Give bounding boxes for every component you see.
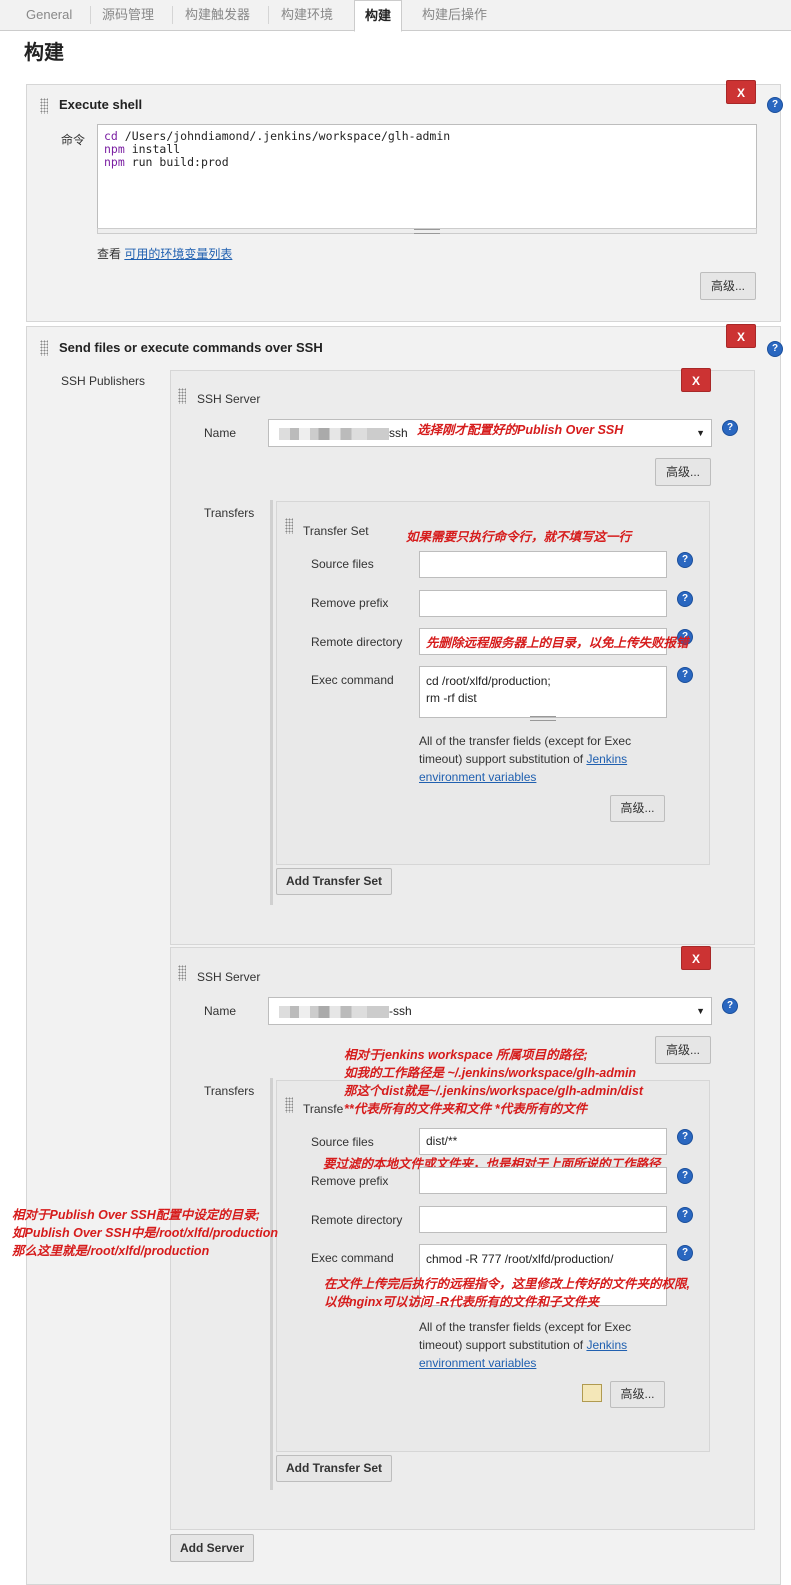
drag-handle-icon[interactable]	[178, 965, 186, 981]
annotation-note: 相对于jenkins workspace 所属项目的路径; 如我的工作路径是 ~…	[344, 1048, 644, 1116]
drag-handle-icon[interactable]	[285, 1097, 293, 1113]
advanced-button[interactable]: 高级...	[700, 272, 756, 300]
tab-separator	[268, 6, 269, 24]
tab-build-env[interactable]: 构建环境	[271, 0, 343, 29]
chevron-down-icon: ▼	[696, 1006, 705, 1016]
remote-directory-input[interactable]	[419, 1206, 667, 1233]
advanced-button[interactable]: 高级...	[655, 1036, 711, 1064]
tab-separator	[172, 6, 173, 24]
help-icon[interactable]: ?	[677, 1245, 693, 1261]
drag-handle-icon[interactable]	[40, 98, 48, 114]
env-vars-hint: 查看 可用的环境变量列表	[97, 247, 233, 261]
add-server-button[interactable]: Add Server	[170, 1534, 254, 1562]
delete-ssh-button[interactable]: X	[726, 324, 756, 348]
server-name-select[interactable]: -ssh ▼	[268, 997, 712, 1025]
resize-grip-icon	[414, 229, 440, 234]
remote-directory-label: Remote directory	[311, 635, 403, 649]
command-textarea[interactable]: cd /Users/johndiamond/.jenkins/workspace…	[97, 124, 757, 233]
remove-prefix-label: Remove prefix	[311, 1174, 389, 1188]
annotation-note: 如果需要只执行命令行，就不填写这一行	[406, 530, 632, 544]
transfer-set-label: Transfer Set	[303, 524, 369, 538]
delete-server-button[interactable]: X	[681, 368, 711, 392]
name-label: Name	[204, 426, 237, 440]
annotation-note: 选择刚才配置好的Publish Over SSH	[417, 423, 624, 437]
transfers-label: Transfers	[204, 506, 255, 520]
transfer-indent-bar	[270, 1078, 273, 1490]
command-line: npm run build:prod	[104, 155, 229, 169]
tab-post-build[interactable]: 构建后操作	[412, 0, 497, 29]
advanced-button[interactable]: 高级...	[655, 458, 711, 486]
transfer-set-label: Transfe	[303, 1102, 344, 1116]
annotation-note: 相对于Publish Over SSH配置中设定的目录; 如Publish Ov…	[12, 1208, 278, 1258]
jenkins-link[interactable]: Jenkins	[586, 1338, 627, 1352]
tab-build[interactable]: 构建	[354, 0, 403, 32]
ssh-publishers-label: SSH Publishers	[61, 374, 146, 388]
exec-line: rm -rf dist	[426, 691, 477, 705]
help-icon[interactable]: ?	[677, 1168, 693, 1184]
delete-execute-shell-button[interactable]: X	[726, 80, 756, 104]
transfer-help-text: All of the transfer fields (except for E…	[419, 1320, 632, 1372]
env-variables-link[interactable]: environment variables	[419, 1354, 631, 1372]
blurred-server-name	[279, 1005, 389, 1018]
env-variables-link[interactable]: environment variables	[419, 768, 631, 786]
ssh-server-label: SSH Server	[197, 970, 261, 984]
add-transfer-set-button[interactable]: Add Transfer Set	[276, 1455, 392, 1482]
source-files-label: Source files	[311, 1135, 374, 1149]
execute-shell-title: Execute shell	[59, 97, 143, 112]
help-icon[interactable]: ?	[677, 1207, 693, 1223]
tab-scm[interactable]: 源码管理	[92, 0, 164, 29]
drag-handle-icon[interactable]	[40, 340, 48, 356]
drag-handle-icon[interactable]	[285, 518, 293, 534]
jenkins-link[interactable]: Jenkins	[586, 752, 627, 766]
resize-grip-icon[interactable]	[530, 716, 556, 721]
remove-prefix-input[interactable]	[419, 590, 667, 617]
transfer-indent-bar	[270, 500, 273, 905]
help-icon[interactable]: ?	[767, 97, 783, 113]
command-label: 命令	[61, 133, 86, 147]
ssh-server-label: SSH Server	[197, 392, 261, 406]
notepad-icon[interactable]	[582, 1384, 602, 1402]
tab-triggers[interactable]: 构建触发器	[175, 0, 260, 29]
tab-bar: General 源码管理 构建触发器 构建环境 构建 构建后操作	[0, 0, 791, 32]
remote-directory-label: Remote directory	[311, 1213, 403, 1227]
name-label: Name	[204, 1004, 237, 1018]
source-files-input[interactable]: dist/**	[419, 1128, 667, 1155]
transfer-help-text: All of the transfer fields (except for E…	[419, 734, 632, 786]
exec-line: cd /root/xlfd/production;	[426, 674, 551, 688]
advanced-button[interactable]: 高级...	[610, 795, 665, 822]
help-icon[interactable]: ?	[677, 1129, 693, 1145]
drag-handle-icon[interactable]	[178, 388, 186, 404]
exec-command-label: Exec command	[311, 673, 394, 687]
help-icon[interactable]: ?	[767, 341, 783, 357]
env-vars-link[interactable]: 可用的环境变量列表	[124, 247, 232, 261]
transfers-label: Transfers	[204, 1084, 255, 1098]
exec-line: chmod -R 777 /root/xlfd/production/	[426, 1252, 614, 1266]
help-icon[interactable]: ?	[677, 591, 693, 607]
help-icon[interactable]: ?	[677, 552, 693, 568]
exec-command-label: Exec command	[311, 1251, 394, 1265]
tab-general[interactable]: General	[16, 0, 82, 29]
page-title: 构建	[24, 40, 64, 64]
exec-command-textarea[interactable]: cd /root/xlfd/production; rm -rf dist	[419, 666, 667, 718]
advanced-button[interactable]: 高级...	[610, 1381, 665, 1408]
ssh-title: Send files or execute commands over SSH	[59, 340, 323, 355]
annotation-note: 在文件上传完后执行的远程指令，这里修改上传好的文件夹的权限, 以供nginx可以…	[324, 1277, 690, 1309]
help-icon[interactable]: ?	[722, 998, 738, 1014]
tab-separator	[90, 6, 91, 24]
blurred-server-name	[279, 427, 389, 440]
annotation-note: 先删除远程服务器上的目录，以免上传失败报错	[426, 636, 689, 650]
help-icon[interactable]: ?	[722, 420, 738, 436]
source-files-label: Source files	[311, 557, 374, 571]
remove-prefix-label: Remove prefix	[311, 596, 389, 610]
add-transfer-set-button[interactable]: Add Transfer Set	[276, 868, 392, 895]
command-line: cd /Users/johndiamond/.jenkins/workspace…	[104, 129, 451, 143]
remove-prefix-input[interactable]	[419, 1167, 667, 1194]
source-files-input[interactable]	[419, 551, 667, 578]
help-icon[interactable]: ?	[677, 667, 693, 683]
delete-server-button[interactable]: X	[681, 946, 711, 970]
chevron-down-icon: ▼	[696, 428, 705, 438]
